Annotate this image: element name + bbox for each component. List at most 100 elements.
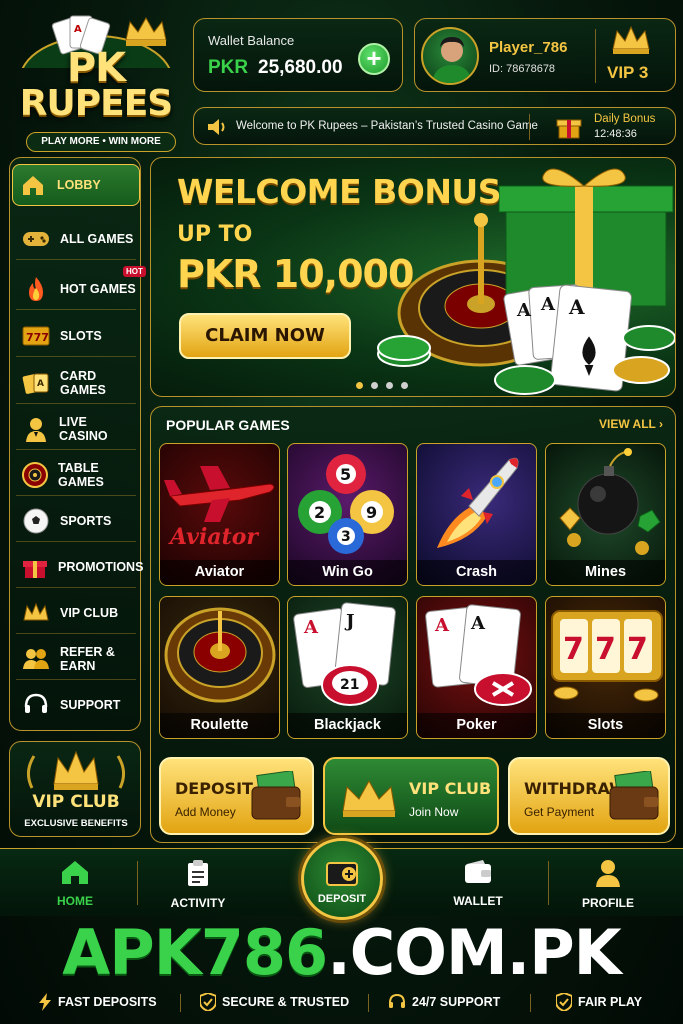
daily-bonus-label[interactable]: Daily Bonus	[594, 113, 655, 125]
daily-bonus-timer: 12:48:36	[594, 128, 637, 140]
user-icon	[596, 860, 620, 887]
clipboard-icon	[188, 860, 208, 886]
divider	[137, 861, 138, 905]
sidebar-item-label: SLOTS	[60, 328, 102, 343]
welcome-bonus-banner[interactable]: A A A WELCOME BONUS UP TO PKR 10,000 CLA…	[150, 157, 676, 397]
game-name: Slots	[546, 713, 665, 738]
sidebar-item-vip-club[interactable]: VIP CLUB	[16, 592, 136, 634]
claim-now-button[interactable]: CLAIM NOW	[179, 313, 351, 359]
withdraw-action-card[interactable]: WITHDRAW Get Payment	[508, 757, 670, 835]
divider	[595, 29, 596, 83]
crown-laurel-icon	[27, 750, 125, 790]
crown-icon	[342, 779, 396, 817]
vip-card-subtitle: EXCLUSIVE BENEFITS	[24, 818, 128, 829]
game-tile-roulette[interactable]: Roulette	[159, 596, 280, 739]
banner-headline: WELCOME BONUS	[177, 172, 502, 211]
add-funds-button[interactable]: +	[358, 43, 390, 75]
sidebar: LOBBY ALL GAMES HOT GAMES HOT 777 SLOTS …	[9, 157, 146, 731]
game-tile-aviator[interactable]: Aviator Aviator	[159, 443, 280, 586]
feature-fair-play: FAIR PLAY	[556, 993, 642, 1011]
wallet-balance-card[interactable]: Wallet Balance PKR 25,680.00 +	[193, 18, 403, 92]
game-tile-slots[interactable]: 7 7 7 Slots	[545, 596, 666, 739]
sidebar-item-support[interactable]: SUPPORT	[16, 684, 136, 726]
banner-up-to: UP TO	[177, 222, 253, 247]
carousel-dot[interactable]	[401, 382, 408, 389]
brand-line1: PK	[66, 45, 126, 91]
player-card[interactable]: Player_786 ID: 78678678 VIP 3	[414, 18, 676, 92]
qa-title: DEPOSIT	[175, 779, 253, 798]
brand-tagline: PLAY MORE • WIN MORE	[26, 132, 176, 152]
qa-title: VIP CLUB	[409, 779, 492, 798]
game-name: Roulette	[160, 713, 279, 738]
deposit-action-card[interactable]: DEPOSIT Add Money	[159, 757, 314, 835]
sidebar-item-live-casino[interactable]: LIVE CASINO	[16, 408, 136, 450]
nav-profile[interactable]: PROFILE	[553, 859, 663, 910]
wallet-currency: PKR	[208, 57, 249, 78]
player-name: Player_786	[489, 39, 568, 56]
svg-text:A: A	[540, 294, 556, 315]
sidebar-item-lobby[interactable]: LOBBY	[12, 164, 140, 206]
svg-text:J: J	[344, 611, 355, 632]
announcement-ticker: Welcome to PK Rupees – Pakistan’s Truste…	[193, 107, 676, 145]
wallet-amount: 25,680.00	[258, 57, 343, 78]
sidebar-item-hot-games[interactable]: HOT GAMES HOT	[16, 266, 146, 310]
home-icon	[19, 171, 47, 199]
speaker-icon	[208, 119, 225, 135]
sidebar-item-all-games[interactable]: ALL GAMES	[16, 218, 136, 260]
nav-activity[interactable]: ACTIVITY	[143, 859, 253, 910]
nav-label: HOME	[57, 894, 93, 908]
banner-amount: PKR 10,000	[177, 252, 414, 296]
svg-text:A: A	[434, 615, 450, 636]
game-name: Win Go	[288, 560, 407, 585]
wallet-label: Wallet Balance	[208, 33, 295, 48]
divider	[180, 994, 181, 1012]
wallet-cash-icon	[609, 771, 659, 820]
lottery-balls-icon: 5 2 9 3	[298, 454, 394, 554]
game-tile-crash[interactable]: Crash	[416, 443, 537, 586]
feature-secure-trusted: SECURE & TRUSTED	[200, 993, 349, 1011]
game-tile-blackjack[interactable]: A J 21 Blackjack	[287, 596, 408, 739]
sidebar-item-label: LIVE CASINO	[59, 414, 108, 443]
ticker-message: Welcome to PK Rupees – Pakistan’s Truste…	[236, 120, 538, 132]
sidebar-item-label: SPORTS	[60, 513, 112, 528]
view-all-link[interactable]: VIEW ALL ›	[599, 417, 663, 431]
lightning-icon	[39, 993, 51, 1011]
site-domain[interactable]: APK786.COM.PK	[0, 920, 683, 986]
carousel-dot[interactable]	[356, 382, 363, 389]
nav-home[interactable]: HOME	[20, 859, 130, 908]
carousel-dot[interactable]	[386, 382, 393, 389]
nav-wallet[interactable]: WALLET	[423, 859, 533, 908]
game-tile-win-go[interactable]: 5 2 9 3 Win Go	[287, 443, 408, 586]
nav-deposit-button[interactable]: DEPOSIT	[301, 838, 383, 920]
sidebar-item-label: LOBBY	[57, 178, 101, 192]
sidebar-item-slots[interactable]: 777 SLOTS	[16, 315, 136, 357]
chevron-right-icon: ›	[659, 417, 663, 431]
sidebar-item-refer-earn[interactable]: REFER & EARN	[16, 638, 136, 680]
carousel-dot[interactable]	[371, 382, 378, 389]
features-bar: FAST DEPOSITS SECURE & TRUSTED 24/7 SUPP…	[0, 990, 683, 1014]
svg-text:777: 777	[26, 331, 49, 344]
svg-text:7: 7	[595, 632, 616, 667]
sidebar-item-promotions[interactable]: PROMOTIONS	[16, 546, 143, 588]
nav-label: WALLET	[453, 894, 503, 908]
vip-club-action-card[interactable]: VIP CLUB Join Now	[323, 757, 499, 835]
vip-club-card[interactable]: VIP CLUB EXCLUSIVE BENEFITS	[9, 741, 141, 837]
sidebar-item-label: ALL GAMES	[60, 231, 134, 246]
carousel-dots[interactable]	[356, 382, 408, 389]
avatar[interactable]	[421, 27, 479, 85]
svg-text:7: 7	[563, 632, 584, 667]
sidebar-item-label: VIP CLUB	[60, 605, 119, 620]
game-tile-mines[interactable]: Mines	[545, 443, 666, 586]
slots-icon: 777	[22, 322, 50, 350]
brand-logo[interactable]: A PK RUPEES PLAY MORE • WIN MORE	[8, 8, 184, 152]
sidebar-item-card-games[interactable]: A CARD GAMES	[16, 362, 136, 404]
domain-white: .COM.PK	[327, 916, 621, 989]
sidebar-item-table-games[interactable]: TABLE GAMES	[16, 454, 136, 496]
vip-level-badge[interactable]: VIP 3	[607, 63, 648, 83]
feature-label: 24/7 SUPPORT	[412, 995, 501, 1009]
sidebar-item-sports[interactable]: SPORTS	[16, 500, 136, 542]
svg-text:A: A	[568, 295, 585, 319]
game-tile-poker[interactable]: A A Poker	[416, 596, 537, 739]
feature-fast-deposits: FAST DEPOSITS	[38, 993, 157, 1011]
sidebar-item-label: CARD GAMES	[60, 368, 106, 397]
